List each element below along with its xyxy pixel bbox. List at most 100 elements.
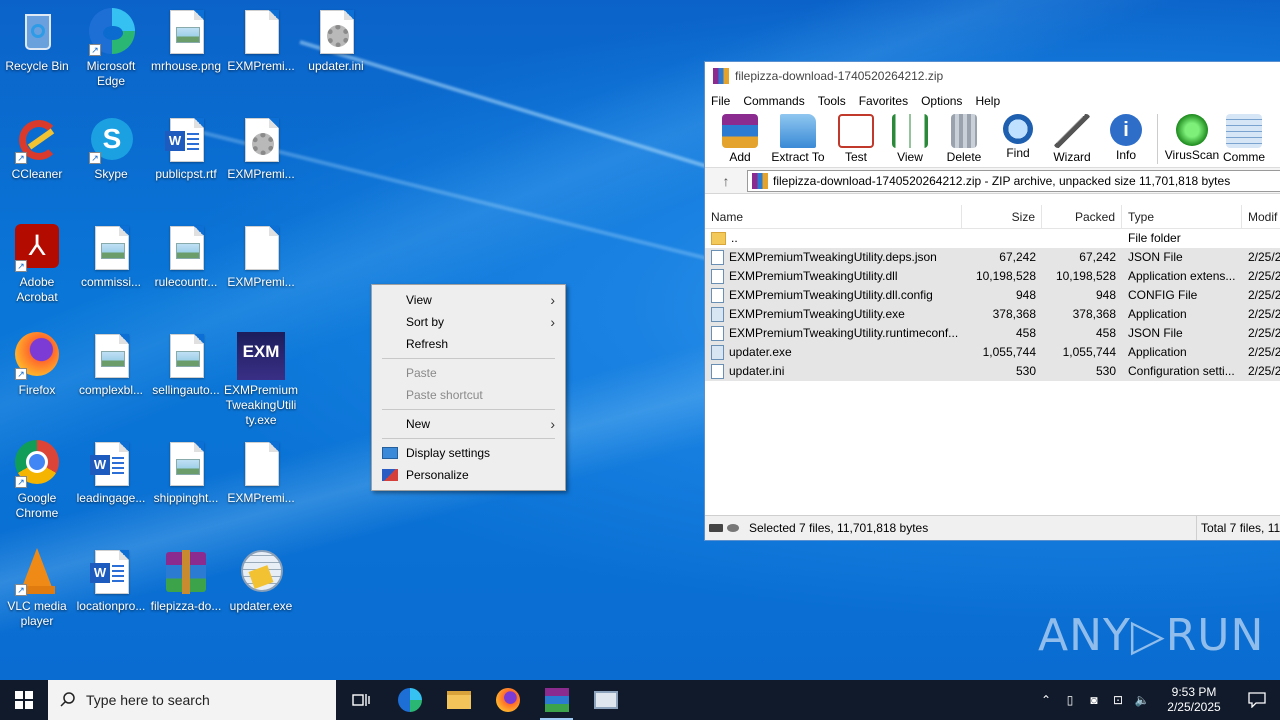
- menu-commands[interactable]: Commands: [743, 94, 804, 108]
- taskbar-firefox[interactable]: [483, 680, 532, 720]
- desktop-icon-config-file[interactable]: EXMPremi...: [224, 116, 298, 182]
- desktop-icon-edge[interactable]: ↗ Microsoft Edge: [74, 8, 148, 89]
- chevron-up-icon[interactable]: ⌃: [1034, 693, 1058, 707]
- info-icon: i: [1110, 114, 1142, 146]
- task-view-button[interactable]: [336, 680, 385, 720]
- desktop-icon-word-file[interactable]: W publicpst.rtf: [149, 116, 223, 182]
- desktop-icon-label: commissi...: [81, 275, 141, 289]
- menu-item-sort-by[interactable]: Sort by ›: [372, 311, 565, 333]
- table-row[interactable]: updater.exe 1,055,744 1,055,744 Applicat…: [705, 343, 1280, 362]
- view-button[interactable]: View: [883, 112, 937, 164]
- desktop-icon-firefox[interactable]: ↗ Firefox: [0, 332, 74, 398]
- desktop-icon-exm-exe[interactable]: EXM EXMPremiumTweakingUtility.exe: [224, 332, 298, 428]
- table-row[interactable]: updater.ini 530 530 Configuration setti.…: [705, 362, 1280, 381]
- desktop-icon-image-file[interactable]: rulecountr...: [149, 224, 223, 290]
- table-row[interactable]: EXMPremiumTweakingUtility.exe 378,368 37…: [705, 305, 1280, 324]
- desktop-icon-image-file[interactable]: mrhouse.png: [149, 8, 223, 74]
- menu-item-personalize[interactable]: Personalize: [372, 464, 565, 486]
- taskbar-app[interactable]: [581, 680, 630, 720]
- desktop-icon-updater-exe[interactable]: updater.exe: [224, 548, 298, 614]
- computer-app-icon: [593, 691, 618, 709]
- table-row[interactable]: EXMPremiumTweakingUtility.deps.json 67,2…: [705, 248, 1280, 267]
- taskbar-search-box[interactable]: Type here to search: [48, 680, 336, 720]
- menu-tools[interactable]: Tools: [818, 94, 846, 108]
- window-title-bar[interactable]: filepizza-download-1740520264212.zip: [705, 62, 1280, 90]
- winrar-archive-icon: [162, 548, 210, 596]
- image-file-icon: [87, 332, 135, 380]
- desktop-icon-blank-file[interactable]: EXMPremi...: [224, 224, 298, 290]
- column-header-packed[interactable]: Packed: [1042, 205, 1122, 228]
- volume-icon[interactable]: 🔈: [1130, 693, 1154, 707]
- taskbar-winrar[interactable]: [532, 680, 581, 720]
- desktop-icon-image-file[interactable]: complexbl...: [74, 332, 148, 398]
- desktop-icon-blank-file[interactable]: EXMPremi...: [224, 8, 298, 74]
- table-row[interactable]: EXMPremiumTweakingUtility.runtimeconf...…: [705, 324, 1280, 343]
- table-row[interactable]: EXMPremiumTweakingUtility.dll.config 948…: [705, 286, 1280, 305]
- test-button[interactable]: Test: [829, 112, 883, 164]
- column-header-name[interactable]: Name: [705, 205, 962, 228]
- wizard-button[interactable]: Wizard: [1045, 112, 1099, 164]
- desktop-icon-image-file[interactable]: commissi...: [74, 224, 148, 290]
- config-file-icon: [237, 116, 285, 164]
- menu-file[interactable]: File: [711, 94, 730, 108]
- taskbar: Type here to search ⌃ ▯ ◙ ⊡ 🔈 9:53 PM 2/…: [0, 680, 1280, 720]
- blank-file-icon: [237, 224, 285, 272]
- menu-item-refresh[interactable]: Refresh: [372, 333, 565, 355]
- file-name: EXMPremiumTweakingUtility.deps.json: [729, 250, 937, 264]
- desktop-icon-blank-file[interactable]: EXMPremi...: [224, 440, 298, 506]
- find-button[interactable]: Find: [991, 112, 1045, 160]
- notification-icon: [1248, 692, 1266, 708]
- comment-button[interactable]: Comme: [1222, 112, 1266, 164]
- file-size: 378,368: [962, 305, 1042, 324]
- desktop-icon-word-file[interactable]: W locationpro...: [74, 548, 148, 614]
- column-header-type[interactable]: Type: [1122, 205, 1242, 228]
- desktop-icon-image-file[interactable]: shippinght...: [149, 440, 223, 506]
- desktop[interactable]: Recycle Bin ↗ CCleaner ⅄ ↗ Adobe Acrobat…: [0, 0, 1280, 680]
- table-row[interactable]: .. File folder: [705, 229, 1280, 248]
- file-list[interactable]: Name Size Packed Type Modif .. File fold…: [705, 205, 1280, 516]
- menu-item-new[interactable]: New ›: [372, 413, 565, 435]
- image-file-icon: [162, 332, 210, 380]
- folder-extract-icon: [780, 114, 816, 148]
- add-button[interactable]: Add: [713, 112, 767, 164]
- desktop-icon-winrar-archive[interactable]: filepizza-do...: [149, 548, 223, 614]
- desktop-icon-ccleaner[interactable]: ↗ CCleaner: [0, 116, 74, 182]
- taskbar-edge[interactable]: [385, 680, 434, 720]
- menu-item-display-settings[interactable]: Display settings: [372, 442, 565, 464]
- file-name: ..: [731, 231, 738, 245]
- clock[interactable]: 9:53 PM 2/25/2025: [1154, 685, 1234, 715]
- desktop-icon-image-file[interactable]: sellingauto...: [149, 332, 223, 398]
- archive-path-field[interactable]: filepizza-download-1740520264212.zip - Z…: [747, 169, 1280, 192]
- taskbar-file-explorer[interactable]: [434, 680, 483, 720]
- menu-item-view[interactable]: View ›: [372, 289, 565, 311]
- virusscan-button[interactable]: VirusScan: [1162, 112, 1222, 162]
- desktop-icon-recycle-bin[interactable]: Recycle Bin: [0, 8, 74, 74]
- column-header-size[interactable]: Size: [962, 205, 1042, 228]
- desktop-icon-word-file[interactable]: W leadingage...: [74, 440, 148, 506]
- menu-favorites[interactable]: Favorites: [859, 94, 908, 108]
- table-row[interactable]: EXMPremiumTweakingUtility.dll 10,198,528…: [705, 267, 1280, 286]
- chevron-right-icon: ›: [550, 314, 555, 330]
- desktop-icon-vlc[interactable]: ↗ VLC media player: [0, 548, 74, 629]
- desktop-icon-google-chrome[interactable]: ↗ Google Chrome: [0, 440, 74, 521]
- menu-item-paste: Paste: [372, 362, 565, 384]
- delete-button[interactable]: Delete: [937, 112, 991, 164]
- desktop-icon-label: publicpst.rtf: [155, 167, 217, 181]
- info-button[interactable]: i Info: [1099, 112, 1153, 162]
- extract-to-button[interactable]: Extract To: [767, 112, 829, 164]
- up-arrow-icon[interactable]: ↑: [705, 173, 747, 189]
- desktop-icon-config-file[interactable]: updater.ini: [299, 8, 373, 74]
- desktop-icon-label: Adobe Acrobat: [16, 275, 58, 304]
- desktop-icon-skype[interactable]: S ↗ Skype: [74, 116, 148, 182]
- menu-options[interactable]: Options: [921, 94, 962, 108]
- file-type: Application extens...: [1122, 267, 1242, 286]
- column-header-modified[interactable]: Modif: [1242, 205, 1280, 228]
- desktop-icon-adobe-acrobat[interactable]: ⅄ ↗ Adobe Acrobat: [0, 224, 74, 305]
- menu-help[interactable]: Help: [975, 94, 1000, 108]
- meet-now-icon[interactable]: ◙: [1082, 693, 1106, 707]
- file-modified: 2/25/2: [1242, 248, 1280, 267]
- tablet-icon[interactable]: ▯: [1058, 693, 1082, 707]
- start-button[interactable]: [0, 680, 48, 720]
- notification-center-button[interactable]: [1234, 692, 1280, 708]
- network-icon[interactable]: ⊡: [1106, 693, 1130, 707]
